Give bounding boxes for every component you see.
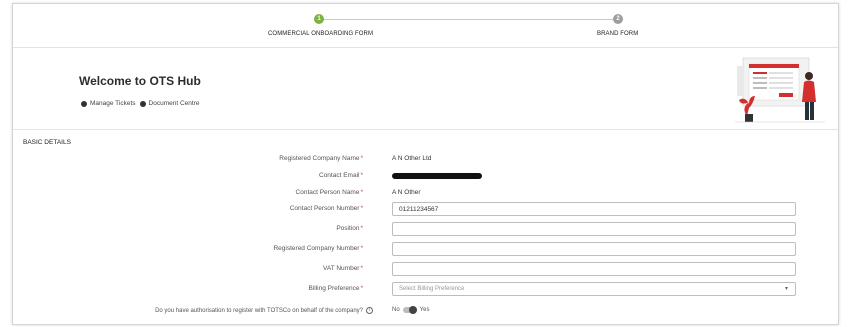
registered-company-number-row: Registered Company Number* <box>13 242 838 256</box>
onboarding-page: 1 COMMERCIAL ONBOARDING FORM 2 BRAND FOR… <box>12 3 839 325</box>
vat-number-input[interactable] <box>392 262 796 276</box>
welcome-banner: Welcome to OTS Hub Manage Tickets Docume… <box>13 48 838 130</box>
documents-icon <box>139 100 146 107</box>
contact-person-name-value: A N Other <box>392 189 421 196</box>
authorisation-toggle-group: No Yes <box>392 306 430 314</box>
vat-number-label: VAT Number* <box>322 265 363 272</box>
vat-number-row: VAT Number* <box>13 262 838 276</box>
registered-company-name-value: A N Other Ltd <box>392 155 432 162</box>
step-1-indicator[interactable]: 1 <box>314 14 324 24</box>
step-1-label[interactable]: COMMERCIAL ONBOARDING FORM <box>268 31 373 37</box>
contact-email-redacted <box>392 173 482 179</box>
authorisation-question-text: Do you have authorisation to register wi… <box>155 307 363 314</box>
position-label: Position* <box>336 225 363 232</box>
chevron-down-icon: ▾ <box>784 286 788 292</box>
manage-tickets-label: Manage Tickets <box>90 100 136 107</box>
contact-person-number-label: Contact Person Number* <box>289 205 363 212</box>
toggle-knob <box>408 306 417 314</box>
position-row: Position* <box>13 222 838 236</box>
contact-email-label: Contact Email* <box>319 172 363 179</box>
billing-preference-select[interactable]: Select Billing Preference ▾ <box>392 282 796 296</box>
position-input[interactable] <box>392 222 796 236</box>
contact-person-name-label: Contact Person Name* <box>295 189 363 196</box>
toggle-yes-label: Yes <box>419 307 430 313</box>
document-centre-label: Document Centre <box>148 100 200 107</box>
toggle-no-label: No <box>392 307 400 313</box>
registered-company-name-row: Registered Company Name* A N Other Ltd <box>13 152 838 166</box>
onboarding-form-illustration <box>735 57 825 123</box>
basic-details-heading: BASIC DETAILS <box>23 139 71 146</box>
authorisation-row: Do you have authorisation to register wi… <box>13 304 838 318</box>
step-2-indicator[interactable]: 2 <box>613 14 623 24</box>
manage-tickets-link[interactable]: Manage Tickets <box>81 100 136 107</box>
contact-email-row: Contact Email* <box>13 169 838 183</box>
step-2-label[interactable]: BRAND FORM <box>597 31 638 37</box>
progress-stepper: 1 COMMERCIAL ONBOARDING FORM 2 BRAND FOR… <box>13 4 838 48</box>
contact-person-number-input[interactable]: 01211234567 <box>392 202 796 216</box>
welcome-title: Welcome to OTS Hub <box>79 74 201 88</box>
contact-person-number-row: Contact Person Number* 01211234567 <box>13 202 838 216</box>
authorisation-toggle[interactable] <box>402 306 417 314</box>
info-icon[interactable]: i <box>366 307 373 314</box>
document-centre-link[interactable]: Document Centre <box>139 100 200 107</box>
billing-preference-placeholder: Select Billing Preference <box>399 286 465 292</box>
registered-company-number-input[interactable] <box>392 242 796 256</box>
quick-links: Manage Tickets Document Centre <box>81 100 199 107</box>
stepper-connector <box>323 19 618 20</box>
billing-preference-row: Billing Preference* Select Billing Prefe… <box>13 282 838 296</box>
tickets-icon <box>81 100 87 107</box>
billing-preference-label: Billing Preference* <box>308 285 363 292</box>
authorisation-question: Do you have authorisation to register wi… <box>155 307 373 314</box>
registered-company-number-label: Registered Company Number* <box>273 245 363 252</box>
registered-company-name-label: Registered Company Name* <box>279 155 363 162</box>
contact-person-name-row: Contact Person Name* A N Other <box>13 186 838 200</box>
